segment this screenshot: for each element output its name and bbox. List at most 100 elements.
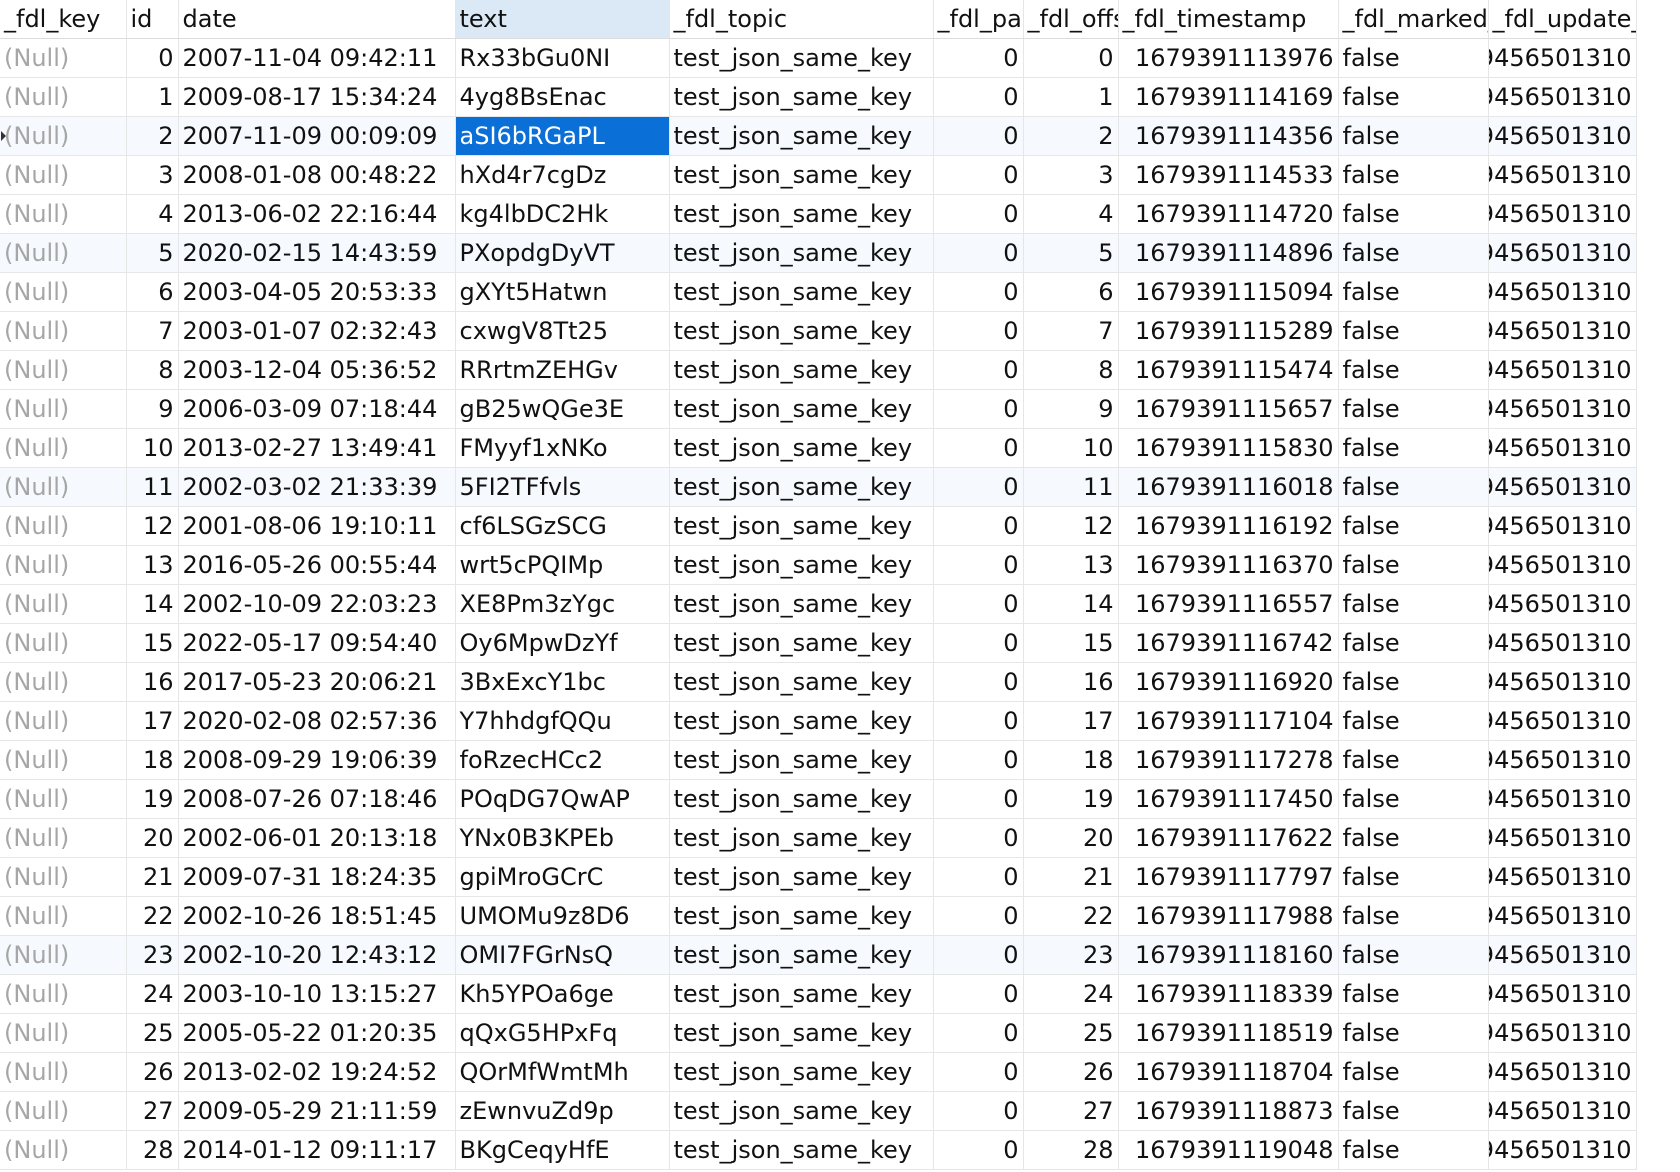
cell-fdl-key[interactable]: (Null) (0, 272, 127, 312)
cell-fdl-marked[interactable]: false (1338, 272, 1489, 312)
cell-id[interactable]: 19 (126, 779, 179, 819)
table-row[interactable]: (Null) 14 2002-10-09 22:03:23 XE8Pm3zYgc tes… (0, 584, 1637, 624)
cell-fdl-key[interactable]: (Null) (0, 155, 127, 195)
cell-fdl-offset[interactable]: 6 (1023, 272, 1119, 312)
cell-fdl-update[interactable]: 1679456501310 (1488, 38, 1637, 78)
cell-fdl-offset[interactable]: 27 (1023, 1091, 1119, 1131)
cell-id[interactable]: 11 (126, 467, 179, 507)
cell-fdl-timestamp[interactable]: 1679391119048 (1118, 1130, 1339, 1170)
table-row[interactable]: (Null) 0 2007-11-04 09:42:11 Rx33bGu0NI test… (0, 38, 1637, 78)
table-row[interactable]: (Null) 13 2016-05-26 00:55:44 wrt5cPQIMp tes… (0, 545, 1637, 585)
table-row[interactable]: (Null) 10 2013-02-27 13:49:41 FMyyf1xNKo tes… (0, 428, 1637, 468)
cell-fdl-update[interactable]: 1679456501310 (1488, 1091, 1637, 1131)
cell-fdl-offset[interactable]: 7 (1023, 311, 1119, 351)
cell-fdl-update[interactable]: 1679456501310 (1488, 233, 1637, 273)
cell-id[interactable]: 17 (126, 701, 179, 741)
cell-fdl-timestamp[interactable]: 1679391116370 (1118, 545, 1339, 585)
cell-text[interactable]: Rx33bGu0NI (455, 38, 670, 78)
cell-date[interactable]: 2007-11-04 09:42:11 (178, 38, 456, 78)
cell-fdl-key[interactable]: (Null) (0, 1130, 127, 1170)
cell-id[interactable]: 15 (126, 623, 179, 663)
cell-date[interactable]: 2002-10-26 18:51:45 (178, 896, 456, 936)
cell-date[interactable]: 2002-10-09 22:03:23 (178, 584, 456, 624)
cell-fdl-marked[interactable]: false (1338, 1091, 1489, 1131)
cell-fdl-topic[interactable]: test_json_same_key (669, 428, 934, 468)
cell-fdl-topic[interactable]: test_json_same_key (669, 818, 934, 858)
cell-text[interactable]: Oy6MpwDzYf (455, 623, 670, 663)
cell-id[interactable]: 0 (126, 38, 179, 78)
cell-fdl-partition[interactable]: 0 (933, 974, 1024, 1014)
cell-fdl-marked[interactable]: false (1338, 623, 1489, 663)
cell-fdl-marked[interactable]: false (1338, 77, 1489, 117)
cell-fdl-topic[interactable]: test_json_same_key (669, 389, 934, 429)
cell-text[interactable]: POqDG7QwAP (455, 779, 670, 819)
cell-text[interactable]: foRzecHCc2 (455, 740, 670, 780)
cell-fdl-topic[interactable]: test_json_same_key (669, 38, 934, 78)
table-row[interactable]: (Null) 22 2002-10-26 18:51:45 UMOMu9z8D6 tes… (0, 896, 1637, 936)
cell-date[interactable]: 2007-11-09 00:09:09 (178, 116, 456, 156)
cell-fdl-offset[interactable]: 22 (1023, 896, 1119, 936)
cell-fdl-update[interactable]: 1679456501310 (1488, 428, 1637, 468)
table-row[interactable]: (Null) 4 2013-06-02 22:16:44 kg4lbDC2Hk test… (0, 194, 1637, 234)
cell-fdl-timestamp[interactable]: 1679391114896 (1118, 233, 1339, 273)
cell-text[interactable]: hXd4r7cgDz (455, 155, 670, 195)
cell-fdl-timestamp[interactable]: 1679391116192 (1118, 506, 1339, 546)
cell-fdl-topic[interactable]: test_json_same_key (669, 1091, 934, 1131)
cell-fdl-key[interactable]: (Null) (0, 428, 127, 468)
cell-fdl-topic[interactable]: test_json_same_key (669, 857, 934, 897)
cell-fdl-partition[interactable]: 0 (933, 233, 1024, 273)
cell-id[interactable]: 3 (126, 155, 179, 195)
cell-fdl-update[interactable]: 1679456501310 (1488, 1130, 1637, 1170)
cell-fdl-timestamp[interactable]: 1679391117450 (1118, 779, 1339, 819)
cell-fdl-partition[interactable]: 0 (933, 740, 1024, 780)
cell-date[interactable]: 2020-02-15 14:43:59 (178, 233, 456, 273)
cell-fdl-update[interactable]: 1679456501310 (1488, 974, 1637, 1014)
cell-date[interactable]: 2014-01-12 09:11:17 (178, 1130, 456, 1170)
cell-text[interactable]: UMOMu9z8D6 (455, 896, 670, 936)
cell-fdl-partition[interactable]: 0 (933, 623, 1024, 663)
cell-fdl-offset[interactable]: 10 (1023, 428, 1119, 468)
cell-text[interactable]: YNx0B3KPEb (455, 818, 670, 858)
cell-fdl-offset[interactable]: 1 (1023, 77, 1119, 117)
cell-fdl-timestamp[interactable]: 1679391116920 (1118, 662, 1339, 702)
cell-id[interactable]: 6 (126, 272, 179, 312)
cell-text[interactable]: zEwnvuZd9p (455, 1091, 670, 1131)
cell-fdl-timestamp[interactable]: 1679391118160 (1118, 935, 1339, 975)
cell-text[interactable]: Y7hhdgfQQu (455, 701, 670, 741)
cell-fdl-topic[interactable]: test_json_same_key (669, 896, 934, 936)
cell-fdl-update[interactable]: 1679456501310 (1488, 779, 1637, 819)
cell-fdl-timestamp[interactable]: 1679391114533 (1118, 155, 1339, 195)
cell-fdl-update[interactable]: 1679456501310 (1488, 1013, 1637, 1053)
cell-fdl-topic[interactable]: test_json_same_key (669, 974, 934, 1014)
cell-id[interactable]: 18 (126, 740, 179, 780)
cell-text[interactable]: cxwgV8Tt25 (455, 311, 670, 351)
cell-id[interactable]: 1 (126, 77, 179, 117)
cell-fdl-update[interactable]: 1679456501310 (1488, 1052, 1637, 1092)
cell-fdl-partition[interactable]: 0 (933, 155, 1024, 195)
cell-fdl-offset[interactable]: 9 (1023, 389, 1119, 429)
cell-fdl-partition[interactable]: 0 (933, 77, 1024, 117)
cell-fdl-partition[interactable]: 0 (933, 545, 1024, 585)
cell-fdl-timestamp[interactable]: 1679391115094 (1118, 272, 1339, 312)
cell-fdl-update[interactable]: 1679456501310 (1488, 311, 1637, 351)
cell-fdl-marked[interactable]: false (1338, 116, 1489, 156)
cell-fdl-topic[interactable]: test_json_same_key (669, 584, 934, 624)
cell-fdl-marked[interactable]: false (1338, 1013, 1489, 1053)
cell-fdl-timestamp[interactable]: 1679391117104 (1118, 701, 1339, 741)
cell-id[interactable]: 24 (126, 974, 179, 1014)
cell-fdl-marked[interactable]: false (1338, 740, 1489, 780)
cell-fdl-key[interactable]: (Null) (0, 77, 127, 117)
cell-date[interactable]: 2013-02-27 13:49:41 (178, 428, 456, 468)
cell-text[interactable]: XE8Pm3zYgc (455, 584, 670, 624)
cell-fdl-topic[interactable]: test_json_same_key (669, 1130, 934, 1170)
cell-fdl-marked[interactable]: false (1338, 1130, 1489, 1170)
cell-fdl-partition[interactable]: 0 (933, 389, 1024, 429)
cell-fdl-marked[interactable]: false (1338, 38, 1489, 78)
cell-fdl-update[interactable]: 1679456501310 (1488, 272, 1637, 312)
cell-fdl-update[interactable]: 1679456501310 (1488, 740, 1637, 780)
cell-fdl-marked[interactable]: false (1338, 428, 1489, 468)
table-row[interactable]: (Null) 6 2003-04-05 20:53:33 gXYt5Hatwn test… (0, 272, 1637, 312)
cell-text[interactable]: gpiMroGCrC (455, 857, 670, 897)
column-header-fdl-timestamp[interactable]: _fdl_timestamp (1118, 0, 1339, 39)
cell-date[interactable]: 2008-09-29 19:06:39 (178, 740, 456, 780)
